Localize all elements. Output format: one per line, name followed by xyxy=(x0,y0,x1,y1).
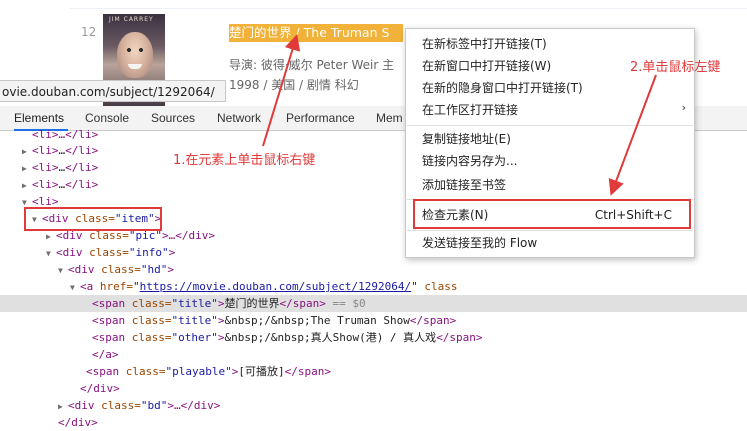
chevron-right-icon: › xyxy=(681,101,686,114)
movie-meta: 1998 / 美国 / 剧情 科幻 xyxy=(229,78,359,92)
collapse-arrow-icon[interactable]: ▼ xyxy=(58,262,68,279)
dom-text: [可播放] xyxy=(238,365,285,378)
annotation-step2: 2.单击鼠标左键 xyxy=(630,60,721,75)
attr-value: "hd" xyxy=(140,263,168,276)
dom-row[interactable]: ▶ <div class="bd">…</div> xyxy=(0,397,747,414)
expand-arrow-icon[interactable]: ▶ xyxy=(22,160,32,177)
menu-open-new-window[interactable]: 在新窗口中打开链接(W) xyxy=(422,56,551,76)
dom-tag: <span xyxy=(92,314,126,327)
dom-tag: </div> xyxy=(80,382,120,395)
dom-row[interactable]: </div> xyxy=(0,380,747,397)
dom-row[interactable]: <span class="playable">[可播放]</span> xyxy=(0,363,747,380)
dom-tag: </span> xyxy=(284,365,331,378)
attr-name: class= xyxy=(101,399,141,412)
dom-tag: <div xyxy=(56,246,83,259)
dom-tag: </li> xyxy=(65,144,99,157)
dom-tag: <a xyxy=(80,280,94,293)
dom-row[interactable]: </div> xyxy=(0,414,747,431)
highlight-box-inspect xyxy=(413,199,691,229)
dom-tag: </li> xyxy=(65,161,99,174)
poster-face xyxy=(117,32,153,78)
dom-tag: </span> xyxy=(279,297,326,310)
menu-separator xyxy=(407,125,693,126)
attr-name: class xyxy=(417,280,458,293)
dom-tag: <li> xyxy=(32,161,59,174)
menu-copy-link[interactable]: 复制链接地址(E) xyxy=(422,129,511,149)
dom-tag: >…</div> xyxy=(167,399,221,412)
dom-text: &nbsp;/&nbsp;真人Show(港) / 真人戏 xyxy=(224,331,437,344)
attr-value: "bd" xyxy=(140,399,168,412)
dom-row[interactable]: <span class="title">&nbsp;/&nbsp;The Tru… xyxy=(0,312,747,329)
attr-name: class= xyxy=(131,297,172,310)
dom-tag: <div xyxy=(68,263,95,276)
collapse-arrow-icon[interactable]: ▼ xyxy=(70,279,80,296)
dom-tag: <li> xyxy=(32,178,59,191)
dom-text: 楚门的世界 xyxy=(224,297,280,310)
attr-name: class= xyxy=(131,314,172,327)
menu-separator xyxy=(407,230,693,231)
menu-open-incognito[interactable]: 在新的隐身窗口中打开链接(T) xyxy=(422,78,583,98)
menu-open-in-workspace[interactable]: 在工作区打开链接 xyxy=(422,100,518,120)
link-url-tooltip: ovie.douban.com/subject/1292064/ xyxy=(0,80,226,102)
movie-title-cn: 楚门的世界 xyxy=(229,25,292,40)
dom-tag: <li> xyxy=(32,144,59,157)
attr-value: "title" xyxy=(171,314,218,327)
annotation-step1: 1.在元素上单击鼠标右键 xyxy=(173,153,316,168)
expand-arrow-icon[interactable]: ▶ xyxy=(22,143,32,160)
dom-tag: > xyxy=(167,263,174,276)
poster-caption: JIM CARREY xyxy=(109,16,154,23)
attr-name: class= xyxy=(125,365,166,378)
highlight-box-item-row xyxy=(24,207,162,231)
attr-name: href= xyxy=(99,280,133,293)
dom-tag: > xyxy=(168,246,176,259)
menu-open-new-tab[interactable]: 在新标签中打开链接(T) xyxy=(422,34,547,54)
dom-tag: </span> xyxy=(409,314,457,327)
dom-tag: <span xyxy=(86,365,120,378)
expand-arrow-icon[interactable]: ▶ xyxy=(22,177,32,194)
list-divider xyxy=(70,8,747,9)
href-link[interactable]: https://movie.douban.com/subject/1292064… xyxy=(140,280,412,293)
dom-tag: </li> xyxy=(65,178,99,191)
selected-marker: == $0 xyxy=(325,297,366,310)
dom-tag: <li>…</li> xyxy=(32,128,99,141)
dom-row-selected[interactable]: <span class="title">楚门的世界</span> == $0 xyxy=(0,295,747,312)
dom-tag: </a> xyxy=(92,348,119,361)
dom-row[interactable]: ▼ <a href="https://movie.douban.com/subje… xyxy=(0,278,747,295)
attr-value: "info" xyxy=(128,246,169,259)
dom-row[interactable]: ▼ <div class="hd"> xyxy=(0,261,747,278)
attr-name: class= xyxy=(101,263,141,276)
poster-eyes xyxy=(125,48,145,52)
dom-tag: >…</div> xyxy=(162,229,215,242)
movie-director: 导演: 彼得·威尔 Peter Weir 主 xyxy=(229,58,395,72)
attr-value: "playable" xyxy=(165,365,232,378)
expand-arrow-icon[interactable]: ▶ xyxy=(58,398,68,415)
dom-tag: </span> xyxy=(436,331,483,344)
menu-send-to-flow[interactable]: 发送链接至我的 Flow xyxy=(422,233,537,253)
movie-title-en: / The Truman S xyxy=(291,25,390,40)
dom-tag: <span xyxy=(92,331,126,344)
dom-row[interactable]: <span class="other">&nbsp;/&nbsp;真人Show(… xyxy=(0,329,747,346)
dom-tag: <span xyxy=(92,297,126,310)
dom-tag: <div xyxy=(68,399,95,412)
rank-number: 12 xyxy=(81,25,97,39)
attr-value: "title" xyxy=(171,297,218,310)
movie-title-link[interactable]: 楚门的世界 / The Truman S xyxy=(229,24,404,42)
dom-text: &nbsp;/&nbsp;The Truman Show xyxy=(224,314,410,327)
attr-name: class= xyxy=(131,331,172,344)
dom-tag: </div> xyxy=(58,416,98,429)
attr-value: "other" xyxy=(171,331,218,344)
menu-bookmark-link[interactable]: 添加链接至书签 xyxy=(422,175,506,195)
dom-row[interactable]: </a> xyxy=(0,346,747,363)
collapse-arrow-icon[interactable]: ▼ xyxy=(46,245,56,262)
attr-name: class= xyxy=(89,246,129,259)
menu-save-link-as[interactable]: 链接内容另存为... xyxy=(422,151,517,171)
